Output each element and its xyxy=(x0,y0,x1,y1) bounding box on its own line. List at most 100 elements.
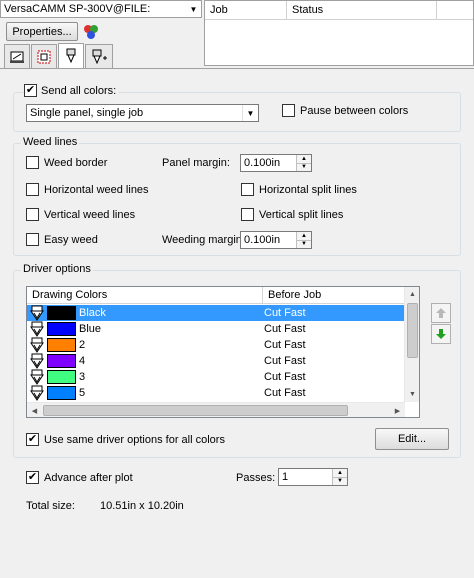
color-swatch xyxy=(47,386,76,400)
table-row[interactable]: Blue Cut Fast xyxy=(27,321,405,337)
same-driver-options-option[interactable]: ✔ Use same driver options for all colors xyxy=(26,433,225,446)
properties-button[interactable]: Properties... xyxy=(6,22,78,41)
passes-value: 1 xyxy=(282,471,289,483)
vertical-split-lines-option[interactable]: Vertical split lines xyxy=(241,208,343,221)
color-name: Black xyxy=(79,307,106,319)
scroll-thumb[interactable] xyxy=(43,405,348,416)
horizontal-weed-lines-label: Horizontal weed lines xyxy=(44,183,149,196)
color-name: 4 xyxy=(79,355,86,367)
color-palette-icon[interactable] xyxy=(82,23,100,41)
table-row[interactable]: Black Cut Fast xyxy=(27,305,405,321)
color-name: 5 xyxy=(79,387,86,399)
color-name: Blue xyxy=(79,323,102,335)
pause-between-colors-checkbox[interactable] xyxy=(282,104,295,117)
tab-output[interactable] xyxy=(58,43,84,68)
spin-up-icon[interactable]: ▲ xyxy=(333,469,347,477)
plotter-pen-icon xyxy=(28,337,46,353)
weed-lines-title: Weed lines xyxy=(21,136,80,148)
plotter-pen-tab-icon xyxy=(66,48,76,64)
plotter-pen-icon xyxy=(28,385,46,401)
pause-between-colors-option[interactable]: Pause between colors xyxy=(282,104,408,117)
weed-border-label: Weed border xyxy=(44,156,108,169)
job-table[interactable]: Job Status xyxy=(204,0,474,66)
list-vertical-scrollbar[interactable]: ▲ ▼ xyxy=(404,287,419,402)
horizontal-weed-lines-option[interactable]: Horizontal weed lines xyxy=(26,183,149,196)
advance-after-plot-checkbox[interactable]: ✔ xyxy=(26,471,39,484)
before-job-action: Cut Fast xyxy=(264,371,306,383)
color-swatch xyxy=(47,354,76,368)
spin-down-icon[interactable]: ▼ xyxy=(297,162,311,171)
chevron-down-icon[interactable]: ▼ xyxy=(186,1,201,17)
spin-up-icon[interactable]: ▲ xyxy=(297,232,311,240)
before-job-action: Cut Fast xyxy=(264,387,306,399)
color-swatch xyxy=(47,322,76,336)
easy-weed-option[interactable]: Easy weed xyxy=(26,233,98,246)
weeding-margin-label: Weeding margin: xyxy=(162,234,245,246)
color-swatch xyxy=(47,338,76,352)
spin-down-icon[interactable]: ▼ xyxy=(297,239,311,248)
send-mode-select[interactable]: Single panel, single job ▼ xyxy=(26,104,259,122)
weed-border-checkbox[interactable] xyxy=(26,156,39,169)
vertical-weed-lines-option[interactable]: Vertical weed lines xyxy=(26,208,135,221)
drawing-colors-column-header[interactable]: Drawing Colors xyxy=(27,287,263,303)
edit-button[interactable]: Edit... xyxy=(375,428,449,450)
spin-up-icon[interactable]: ▲ xyxy=(297,155,311,163)
arrow-up-icon xyxy=(436,308,446,318)
vertical-weed-lines-checkbox[interactable] xyxy=(26,208,39,221)
easy-weed-label: Easy weed xyxy=(44,233,98,246)
device-select[interactable]: VersaCAMM SP-300V@FILE: ▼ xyxy=(0,0,202,18)
before-job-action: Cut Fast xyxy=(264,339,306,351)
send-mode-value: Single panel, single job xyxy=(30,107,144,119)
list-horizontal-scrollbar[interactable]: ◀ ▶ xyxy=(27,402,405,417)
color-swatch xyxy=(47,306,76,320)
table-row[interactable]: 4 Cut Fast xyxy=(27,353,405,369)
table-row[interactable]: 2 Cut Fast xyxy=(27,337,405,353)
passes-spinner[interactable]: 1 ▲ ▼ xyxy=(278,468,348,486)
arrow-down-icon xyxy=(436,329,446,339)
scroll-right-icon[interactable]: ▶ xyxy=(390,403,405,418)
move-up-button[interactable] xyxy=(431,303,451,323)
vertical-split-lines-checkbox[interactable] xyxy=(241,208,254,221)
same-driver-options-checkbox[interactable]: ✔ xyxy=(26,433,39,446)
easy-weed-checkbox[interactable] xyxy=(26,233,39,246)
pause-between-colors-label: Pause between colors xyxy=(300,104,409,117)
weed-border-option[interactable]: Weed border xyxy=(26,156,107,169)
tab-device[interactable] xyxy=(4,44,30,68)
horizontal-split-lines-checkbox[interactable] xyxy=(241,183,254,196)
scroll-up-icon[interactable]: ▲ xyxy=(405,287,420,302)
before-job-column-header[interactable]: Before Job xyxy=(263,287,405,303)
before-job-action: Cut Fast xyxy=(264,307,306,319)
panel-margin-value: 0.100in xyxy=(244,157,281,169)
advance-after-plot-option[interactable]: ✔ Advance after plot xyxy=(26,471,133,484)
send-all-colors-option[interactable]: ✔ Send all colors: xyxy=(24,84,120,97)
job-column-header[interactable]: Job xyxy=(205,1,287,19)
spin-down-icon[interactable]: ▼ xyxy=(333,476,347,485)
table-row[interactable]: 5 Cut Fast xyxy=(27,385,405,401)
horizontal-split-lines-label: Horizontal split lines xyxy=(259,183,357,196)
color-name: 2 xyxy=(79,339,86,351)
table-row[interactable]: 3 Cut Fast xyxy=(27,369,405,385)
tab-advanced[interactable] xyxy=(85,44,113,68)
scroll-down-icon[interactable]: ▼ xyxy=(405,387,420,402)
weeding-margin-value: 0.100in xyxy=(244,234,281,246)
send-all-colors-checkbox[interactable]: ✔ xyxy=(24,84,37,97)
scroll-left-icon[interactable]: ◀ xyxy=(27,403,42,418)
driver-options-title: Driver options xyxy=(21,263,93,275)
status-column-header[interactable]: Status xyxy=(287,1,437,19)
horizontal-split-lines-option[interactable]: Horizontal split lines xyxy=(241,183,357,196)
drawing-colors-list[interactable]: Drawing Colors Before Job Black Cut Fast B… xyxy=(26,286,420,418)
horizontal-weed-lines-checkbox[interactable] xyxy=(26,183,39,196)
panel-margin-label: Panel margin: xyxy=(162,157,230,169)
tab-layout[interactable] xyxy=(31,44,57,68)
total-size-value: 10.51in x 10.20in xyxy=(100,500,184,512)
weeding-margin-spinner[interactable]: 0.100in ▲ ▼ xyxy=(240,231,312,249)
color-swatch xyxy=(47,370,76,384)
device-tab-icon xyxy=(10,51,24,63)
scroll-thumb[interactable] xyxy=(407,303,418,358)
plotter-pen-icon xyxy=(28,353,46,369)
device-select-value: VersaCAMM SP-300V@FILE: xyxy=(4,3,151,15)
chevron-down-icon[interactable]: ▼ xyxy=(242,105,258,121)
move-down-button[interactable] xyxy=(431,324,451,344)
vertical-split-lines-label: Vertical split lines xyxy=(259,208,344,221)
panel-margin-spinner[interactable]: 0.100in ▲ ▼ xyxy=(240,154,312,172)
